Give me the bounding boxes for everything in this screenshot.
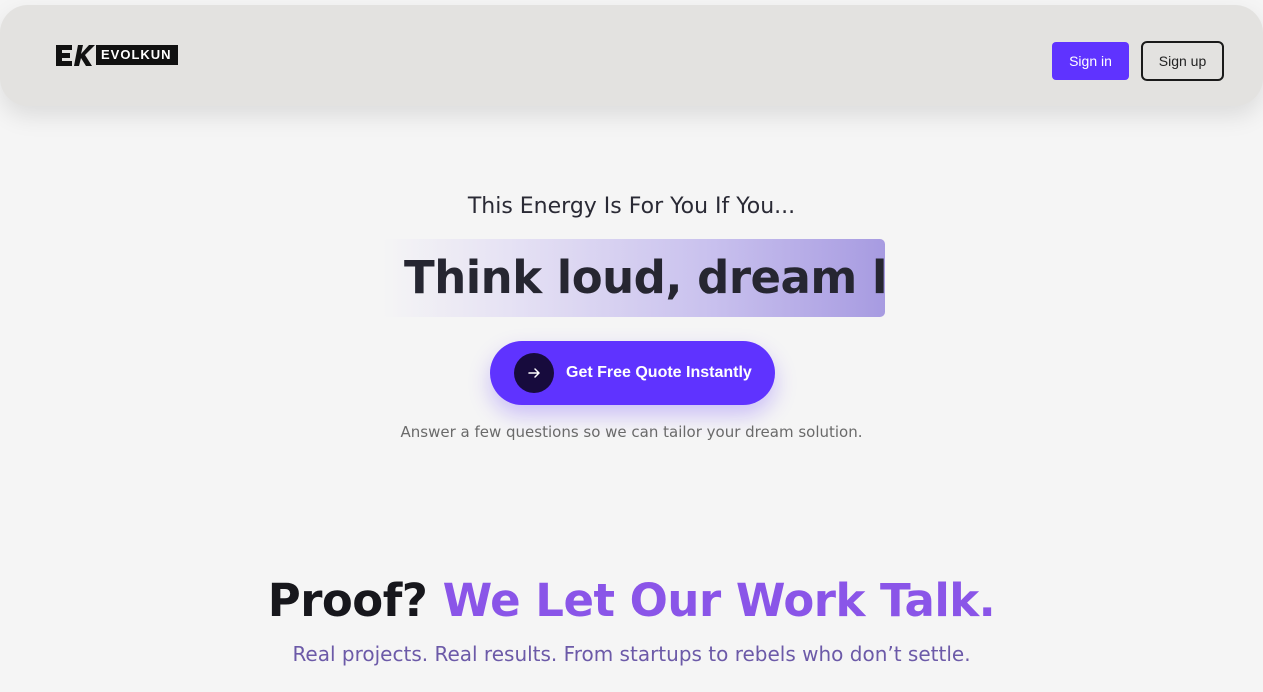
proof-title: Proof? We Let Our Work Talk. xyxy=(0,574,1263,627)
logo-text: EVOLKUN xyxy=(96,45,178,65)
hero-headline: Think loud, dream l xyxy=(404,251,887,304)
proof-title-accent: We Let Our Work Talk. xyxy=(442,574,996,627)
hero-eyebrow: This Energy Is For You If You... xyxy=(467,194,796,219)
signup-button[interactable]: Sign up xyxy=(1141,41,1224,81)
get-quote-label: Get Free Quote Instantly xyxy=(566,364,752,381)
evolkun-logo-icon xyxy=(56,45,95,66)
proof-title-dark: Proof? xyxy=(267,574,428,627)
hero-subtext: Answer a few questions so we can tailor … xyxy=(400,423,863,441)
navbar: EVOLKUN Sign in Sign up xyxy=(0,5,1263,106)
get-quote-button[interactable]: Get Free Quote Instantly xyxy=(490,341,775,405)
proof-subtitle: Real projects. Real results. From startu… xyxy=(292,642,971,666)
arrow-right-icon xyxy=(514,353,554,393)
logo[interactable]: EVOLKUN xyxy=(54,41,178,69)
signin-button[interactable]: Sign in xyxy=(1052,42,1129,80)
